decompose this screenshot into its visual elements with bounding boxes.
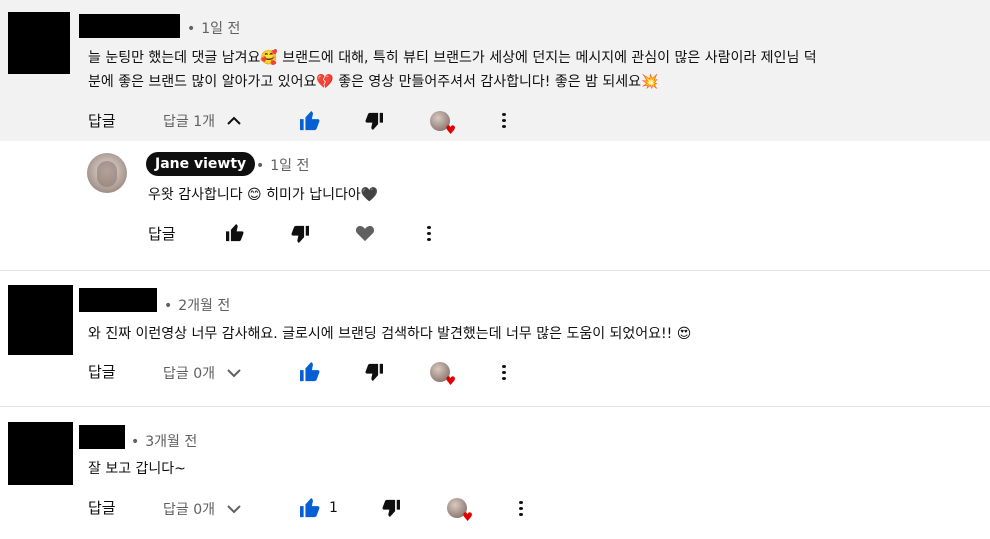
heart-button[interactable] — [355, 224, 375, 242]
commenter-avatar[interactable] — [8, 285, 73, 355]
comment-timestamp[interactable]: • 1일 전 — [187, 18, 240, 38]
chevron-down-icon — [227, 368, 241, 378]
like-count: 1 — [329, 500, 338, 516]
chevron-down-icon — [227, 504, 241, 514]
toggle-replies-button[interactable]: 답글 0개 — [163, 499, 241, 519]
commenter-name-redacted[interactable] — [79, 14, 180, 38]
thumbs-down-icon — [381, 499, 401, 517]
thumbs-down-icon — [364, 363, 384, 381]
comment-text: 잘 보고 갑니다~ — [88, 461, 186, 477]
more-actions-button[interactable] — [501, 111, 507, 129]
reply-button[interactable]: 답글 — [88, 361, 116, 382]
chevron-up-icon — [227, 116, 241, 126]
commenter-avatar[interactable] — [8, 12, 70, 74]
more-actions-button[interactable] — [518, 499, 524, 517]
like-button[interactable] — [299, 362, 321, 382]
commenter-name-redacted[interactable] — [79, 288, 157, 312]
reply-timestamp[interactable]: • 1일 전 — [256, 155, 309, 175]
heart-icon — [355, 224, 375, 242]
reply-author-avatar[interactable] — [87, 153, 127, 193]
thumbs-up-icon — [299, 111, 321, 131]
comment-timestamp[interactable]: • 3개월 전 — [131, 431, 197, 451]
thumbs-down-icon — [290, 225, 310, 243]
more-vert-icon — [501, 111, 507, 129]
reply-button[interactable]: 답글 — [88, 110, 116, 131]
toggle-replies-button[interactable]: 답글 1개 — [163, 111, 241, 131]
dislike-button[interactable] — [364, 112, 384, 130]
toggle-replies-button[interactable]: 답글 0개 — [163, 363, 241, 383]
comment-text: 늘 눈팅만 했는데 댓글 남겨요🥰 브랜드에 대해, 특히 뷰티 브랜드가 세상… — [88, 50, 817, 90]
reply-button[interactable]: 답글 — [148, 223, 176, 244]
creator-heart-badge[interactable]: ♥ — [430, 362, 456, 387]
heart-icon: ♥ — [445, 123, 456, 137]
more-actions-button[interactable] — [501, 363, 507, 381]
comment-text: 와 진짜 이런영상 너무 감사해요. 글로시에 브랜딩 검색하다 발견했는데 너… — [88, 326, 692, 342]
dislike-button[interactable] — [381, 499, 401, 517]
heart-icon: ♥ — [445, 374, 456, 388]
divider — [0, 270, 990, 271]
like-button[interactable]: 1 — [299, 498, 338, 518]
creator-avatar-mini: ♥ — [430, 362, 456, 387]
thumbs-down-icon — [364, 112, 384, 130]
creator-heart-badge[interactable]: ♥ — [430, 111, 456, 136]
more-vert-icon — [426, 224, 432, 242]
reply-button[interactable]: 답글 — [88, 497, 116, 518]
more-vert-icon — [501, 363, 507, 381]
like-button[interactable] — [299, 111, 321, 131]
comment-timestamp[interactable]: • 2개월 전 — [164, 295, 230, 315]
comment-toolbar: 답글 — [88, 492, 116, 522]
more-actions-button[interactable] — [426, 224, 432, 242]
creator-heart-badge[interactable]: ♥ — [447, 498, 473, 523]
divider — [0, 406, 990, 407]
thumbs-up-icon — [225, 224, 245, 242]
thumbs-up-icon — [299, 362, 321, 382]
thumbs-up-icon — [299, 498, 321, 518]
commenter-name-redacted[interactable] — [79, 425, 125, 449]
commenter-avatar[interactable] — [8, 422, 73, 485]
creator-avatar-mini: ♥ — [430, 111, 456, 136]
heart-icon: ♥ — [462, 510, 473, 524]
more-vert-icon — [518, 499, 524, 517]
reply-author-chip[interactable]: Jane viewty — [146, 152, 256, 176]
reply-toolbar: 답글 — [148, 218, 176, 248]
reply-text: 우왓 감사합니다 😊 히미가 납니다아🖤 — [148, 187, 379, 203]
comment-toolbar: 답글 — [88, 356, 116, 386]
dislike-button[interactable] — [290, 225, 310, 243]
like-button[interactable] — [225, 224, 245, 242]
dislike-button[interactable] — [364, 363, 384, 381]
creator-avatar-mini: ♥ — [447, 498, 473, 523]
